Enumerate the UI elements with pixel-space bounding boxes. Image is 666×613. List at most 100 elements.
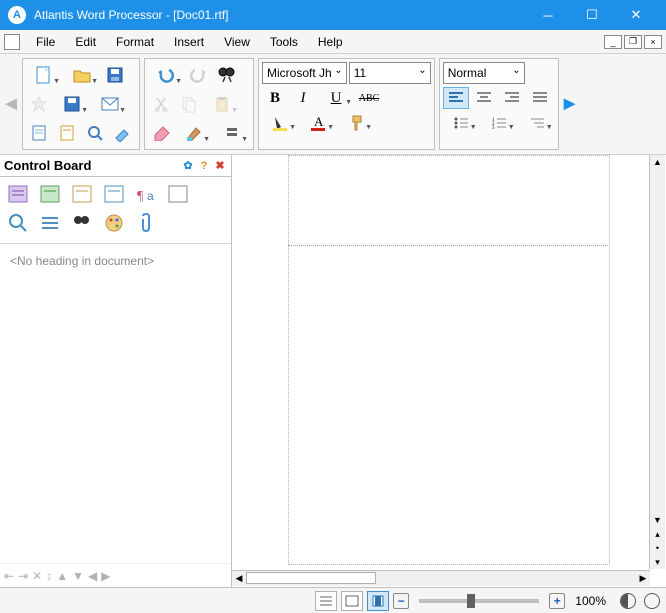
cb-outline-button[interactable]	[36, 210, 64, 236]
align-right-button[interactable]	[499, 87, 525, 109]
cb-clip-button[interactable]	[132, 210, 160, 236]
cb-zoom-button[interactable]	[4, 210, 32, 236]
font-size-select[interactable]: 11	[349, 62, 431, 84]
menu-file[interactable]: File	[26, 32, 65, 52]
cb-palette-button[interactable]	[100, 210, 128, 236]
multilevel-list-button[interactable]: ▼	[519, 112, 555, 134]
cb-footer-btn[interactable]: ▼	[72, 569, 84, 583]
cb-footer-btn[interactable]: ↕	[46, 569, 52, 583]
menu-format[interactable]: Format	[106, 32, 164, 52]
page[interactable]	[254, 155, 644, 585]
fullscreen-button[interactable]	[644, 593, 660, 609]
zoom-in-button[interactable]: +	[549, 593, 565, 609]
cb-formatting-button[interactable]: ¶a	[132, 181, 160, 207]
print-button[interactable]	[82, 120, 108, 146]
zoom-out-button[interactable]: −	[393, 593, 409, 609]
format-paint-button[interactable]: ▼	[338, 112, 374, 134]
favorite-button[interactable]	[26, 91, 52, 117]
menu-view[interactable]: View	[214, 32, 260, 52]
page-setup-button[interactable]	[26, 120, 52, 146]
scroll-up-button[interactable]: ▲	[651, 155, 665, 169]
horizontal-scrollbar[interactable]: ◀ ▶	[232, 570, 650, 586]
close-button[interactable]: ✕	[614, 0, 658, 30]
browse-object-button[interactable]: •	[651, 541, 665, 555]
font-family-select[interactable]: Microsoft Jh	[262, 62, 347, 84]
cb-footer-btn[interactable]: ✕	[32, 569, 42, 583]
cb-lists-button[interactable]	[68, 181, 96, 207]
scroll-left-button[interactable]: ◀	[232, 572, 246, 586]
brush-button[interactable]: ▼	[176, 120, 212, 146]
zoom-slider-handle[interactable]	[467, 594, 475, 608]
redo-button[interactable]	[186, 62, 212, 88]
cb-bookmarks-button[interactable]	[36, 181, 64, 207]
cb-headings-button[interactable]	[4, 181, 32, 207]
font-color-button[interactable]: A▼	[300, 112, 336, 134]
highlight-button[interactable]: ▼	[214, 120, 250, 146]
undo-button[interactable]: ▼	[148, 62, 184, 88]
zoom-slider[interactable]	[419, 599, 539, 603]
view-print-button[interactable]	[367, 591, 389, 611]
mdi-restore-button[interactable]: ❐	[624, 35, 642, 49]
highlight-color-button[interactable]: ▼	[262, 112, 298, 134]
vertical-scrollbar[interactable]: ▲ ▼ ▴ • ▾	[649, 155, 665, 569]
paste-button[interactable]: ▼	[204, 91, 240, 117]
menu-tools[interactable]: Tools	[260, 32, 308, 52]
svg-text:3: 3	[492, 126, 495, 130]
cb-footer-btn[interactable]: ⇥	[18, 569, 28, 583]
copy-button[interactable]	[176, 91, 202, 117]
close-panel-icon[interactable]: ✖	[213, 159, 227, 173]
settings-icon[interactable]: ✿	[181, 159, 195, 173]
scroll-down-button[interactable]: ▼	[651, 513, 665, 527]
toolbar-scroll-right[interactable]: ►	[561, 58, 579, 150]
help-icon[interactable]: ?	[197, 159, 211, 173]
cut-button[interactable]	[148, 91, 174, 117]
bold-button[interactable]: B	[262, 87, 288, 109]
menu-insert[interactable]: Insert	[164, 32, 214, 52]
next-page-button[interactable]: ▾	[651, 555, 665, 569]
menu-help[interactable]: Help	[308, 32, 353, 52]
eraser-button[interactable]	[148, 120, 174, 146]
cb-footer-btn[interactable]: ▶	[101, 569, 110, 583]
find-button[interactable]	[214, 62, 240, 88]
strikethrough-button[interactable]: ABC	[356, 87, 382, 109]
open-document-button[interactable]: ▼	[64, 62, 100, 88]
italic-button[interactable]: I	[290, 87, 316, 109]
align-justify-button[interactable]	[527, 87, 553, 109]
cb-styles-button[interactable]	[100, 181, 128, 207]
prev-page-button[interactable]: ▴	[651, 527, 665, 541]
cb-footer-btn[interactable]: ⇤	[4, 569, 14, 583]
view-normal-button[interactable]	[341, 591, 363, 611]
bullet-list-button[interactable]: ▼	[443, 112, 479, 134]
document-canvas[interactable]	[232, 155, 666, 587]
email-button[interactable]: ▼	[92, 91, 128, 117]
cb-find-button[interactable]	[68, 210, 96, 236]
mdi-close-button[interactable]: ×	[644, 35, 662, 49]
mdi-minimize-button[interactable]: _	[604, 35, 622, 49]
title-bar: A Atlantis Word Processor - [Doc01.rtf] …	[0, 0, 666, 30]
toolbar-group-paragraph: Normal ▼ 123▼ ▼	[439, 58, 559, 150]
cb-footer-btn[interactable]: ◀	[88, 569, 97, 583]
align-left-button[interactable]	[443, 87, 469, 109]
control-board-toolbar: ¶a	[0, 177, 231, 244]
document-icon[interactable]	[4, 34, 20, 50]
contrast-button[interactable]	[620, 593, 636, 609]
align-center-button[interactable]	[471, 87, 497, 109]
minimize-button[interactable]: ─	[526, 0, 570, 30]
toolbar-scroll-left[interactable]: ◄	[2, 58, 20, 150]
scroll-right-button[interactable]: ▶	[636, 572, 650, 586]
hscroll-thumb[interactable]	[246, 572, 376, 584]
cb-footer-btn[interactable]: ▲	[56, 569, 68, 583]
print-preview-button[interactable]	[54, 120, 80, 146]
save-as-button[interactable]: ▼	[54, 91, 90, 117]
properties-button[interactable]	[110, 120, 136, 146]
cb-hyperlinks-button[interactable]	[164, 181, 192, 207]
view-draft-button[interactable]	[315, 591, 337, 611]
document-area: ▲ ▼ ▴ • ▾ ◀ ▶	[232, 155, 666, 587]
new-document-button[interactable]: ▼	[26, 62, 62, 88]
menu-edit[interactable]: Edit	[65, 32, 106, 52]
save-button[interactable]	[102, 62, 128, 88]
maximize-button[interactable]: ☐	[570, 0, 614, 30]
numbered-list-button[interactable]: 123▼	[481, 112, 517, 134]
underline-button[interactable]: U▼	[318, 87, 354, 109]
style-select[interactable]: Normal	[443, 62, 525, 84]
